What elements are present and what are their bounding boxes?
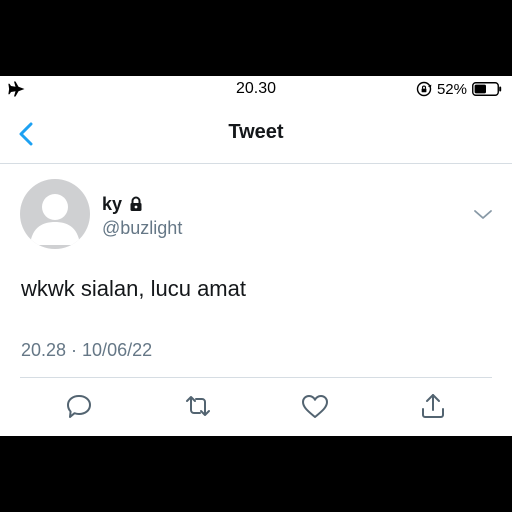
default-avatar-icon: [20, 179, 90, 249]
tweet-author[interactable]: ky @buzlight: [102, 193, 182, 239]
nav-bar: Tweet: [0, 104, 512, 164]
divider: [20, 377, 492, 378]
tweet-timestamp[interactable]: 20.28 · 10/06/22: [21, 340, 152, 361]
display-name[interactable]: ky: [102, 194, 122, 215]
retweet-icon[interactable]: [183, 391, 213, 421]
lock-icon: [130, 196, 142, 211]
tweet-screen: 20.30 52% Tweet ky @buzlight wkwk sialan…: [0, 76, 512, 436]
chevron-down-icon[interactable]: [472, 206, 494, 222]
status-right: 52%: [416, 80, 502, 98]
battery-fill: [474, 84, 486, 94]
tweet-text: wkwk sialan, lucu amat: [21, 276, 246, 301]
page-title: Tweet: [228, 121, 284, 143]
user-handle[interactable]: @buzlight: [102, 218, 182, 239]
rotation-lock-icon: [416, 81, 432, 97]
like-icon[interactable]: [300, 391, 330, 421]
battery-percent: 52%: [436, 80, 467, 98]
avatar[interactable]: [20, 179, 90, 249]
tweet-actions: [0, 391, 512, 421]
status-bar: 20.30 52%: [0, 76, 512, 104]
share-icon[interactable]: [418, 391, 448, 421]
battery-icon: [472, 82, 502, 96]
reply-icon[interactable]: [64, 391, 94, 421]
display-name-row: ky: [102, 193, 182, 215]
